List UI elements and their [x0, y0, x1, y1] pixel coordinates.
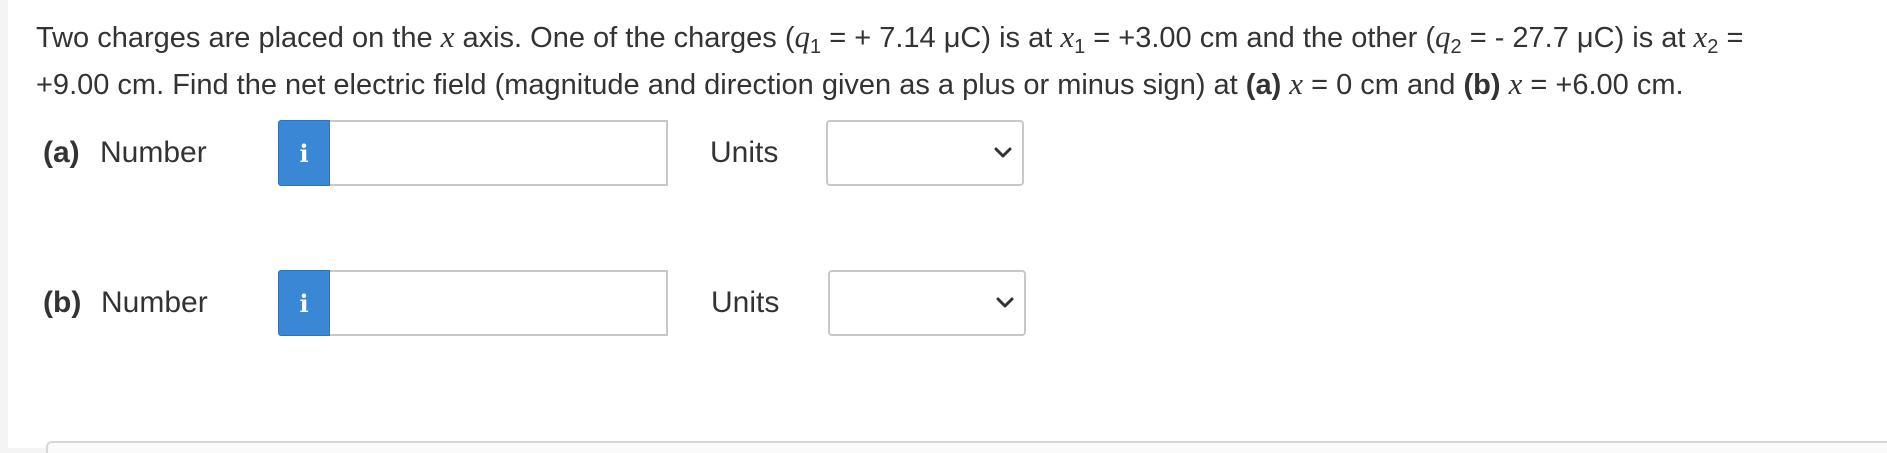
question-fragment: = + 7.14 μC) is at [821, 22, 1061, 54]
math-subscript: 2 [1450, 36, 1462, 58]
info-icon: i [299, 138, 309, 168]
answer-row-b: (b) Number i Units [8, 270, 1048, 336]
question-fragment: axis. One of the charges ( [454, 22, 795, 54]
info-button[interactable]: i [278, 270, 330, 336]
units-select-b[interactable] [828, 270, 1026, 336]
question-fragment: = +6.00 cm. [1522, 69, 1684, 101]
math-subscript: 2 [1707, 36, 1719, 58]
part-reference: (a) [1245, 69, 1282, 101]
units-label: Units [710, 136, 779, 169]
units-select-a[interactable] [826, 120, 1024, 186]
question-text: Two charges are placed on the x axis. On… [36, 14, 1876, 108]
part-label: (b) [43, 286, 82, 319]
question-fragment: = +3.00 cm and the other ( [1085, 22, 1436, 54]
math-variable: x [1289, 66, 1304, 101]
math-subscript: 1 [1074, 36, 1086, 58]
number-input-b[interactable] [330, 270, 668, 336]
question-card: Two charges are placed on the x axis. On… [8, 0, 1887, 453]
question-fragment: +9.00 cm. Find the net electric field (m… [36, 69, 1246, 101]
number-label: Number [100, 136, 207, 169]
units-label: Units [711, 286, 780, 319]
question-fragment: Two charges are placed on the [36, 22, 441, 54]
math-variable: x [1060, 19, 1075, 54]
part-label: (a) [43, 136, 80, 169]
next-section-edge [46, 441, 1887, 453]
question-fragment: = 0 cm and [1303, 69, 1464, 101]
info-icon: i [299, 288, 309, 318]
info-button[interactable]: i [278, 120, 330, 186]
math-subscript: 1 [810, 36, 822, 58]
math-variable: x [440, 19, 455, 54]
number-input-a[interactable] [330, 120, 668, 186]
number-label: Number [101, 286, 208, 319]
part-reference: (b) [1463, 69, 1501, 101]
math-variable: x [1508, 66, 1523, 101]
question-fragment [1501, 69, 1509, 101]
chevron-down-icon [996, 297, 1014, 308]
math-variable: q [794, 19, 811, 54]
question-fragment: = [1718, 22, 1744, 54]
answer-row-a: (a) Number i Units [8, 120, 1048, 186]
question-fragment: = - 27.7 μC) is at [1461, 22, 1694, 54]
math-variable: q [1435, 19, 1451, 54]
math-variable: x [1693, 19, 1708, 54]
chevron-down-icon [994, 147, 1012, 158]
